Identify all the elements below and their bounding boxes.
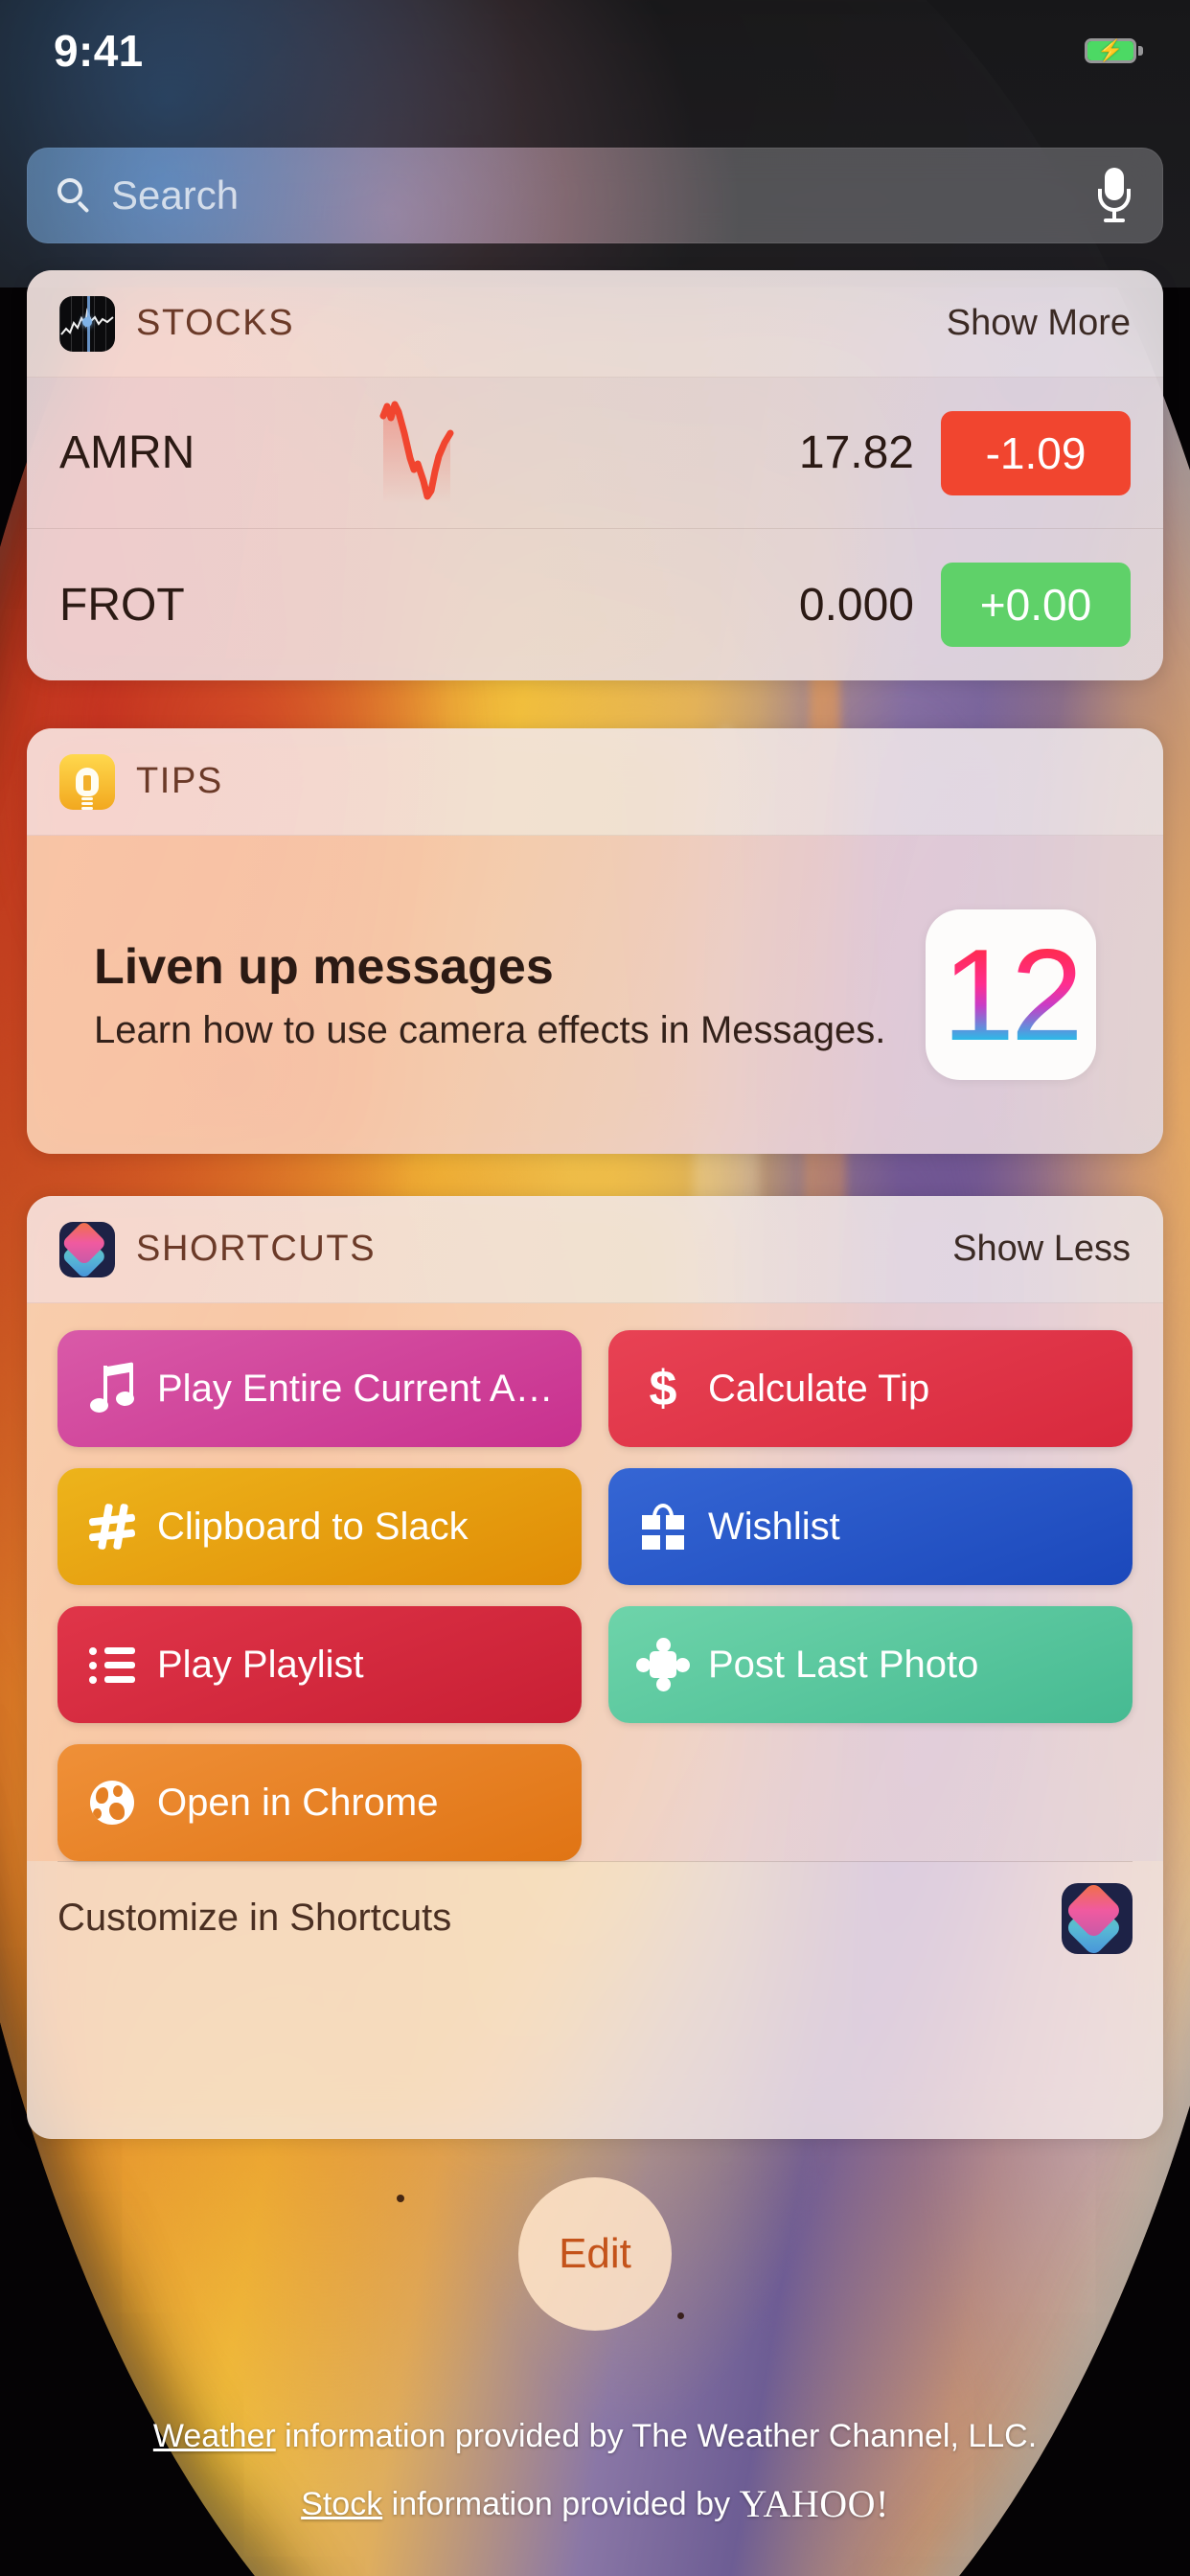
stock-price: 0.000 [798, 579, 914, 631]
shortcut-label: Wishlist [708, 1505, 840, 1548]
stocks-show-more-button[interactable]: Show More [947, 303, 1131, 344]
table-row[interactable]: AMRN 17.82 -1.09 [27, 378, 1163, 529]
stock-change-badge: -1.09 [941, 410, 1131, 495]
shortcut-label: Open in Chrome [157, 1781, 439, 1824]
globe-icon [82, 1781, 142, 1825]
status-clock: 9:41 [54, 26, 144, 76]
puzzle-icon [633, 1638, 693, 1691]
tips-subhead: Learn how to use camera effects in Messa… [94, 1008, 886, 1051]
shortcut-label: Post Last Photo [708, 1643, 979, 1686]
shortcut-button-play-playlist[interactable]: Play Playlist [57, 1606, 582, 1723]
shortcut-button-post-last-photo[interactable]: Post Last Photo [608, 1606, 1133, 1723]
weather-credit-rest: information provided by The Weather Chan… [275, 2418, 1038, 2454]
microphone-icon[interactable] [1098, 168, 1131, 223]
shortcut-label: Calculate Tip [708, 1367, 930, 1410]
stock-symbol: AMRN [59, 427, 195, 478]
list-icon [82, 1645, 142, 1684]
shortcut-button-play-entire-current-album[interactable]: Play Entire Current A… [57, 1330, 582, 1447]
widget-tips[interactable]: TIPS Liven up messages Learn how to use … [27, 728, 1163, 1154]
shortcut-button-calculate-tip[interactable]: $ Calculate Tip [608, 1330, 1133, 1447]
tips-widget-header: TIPS [27, 728, 1163, 836]
search-placeholder: Search [111, 172, 240, 218]
dollar-sign-icon: $ [649, 1361, 677, 1416]
customize-in-shortcuts-label[interactable]: Customize in Shortcuts [57, 1897, 451, 1940]
attribution-credits: Weather information provided by The Weat… [0, 2405, 1190, 2541]
hashtag-icon [82, 1503, 142, 1551]
shortcuts-widget-title: SHORTCUTS [136, 1229, 377, 1269]
music-note-icon [82, 1362, 142, 1413]
stock-sparkline [376, 401, 665, 506]
shortcut-label: Play Playlist [157, 1643, 364, 1686]
status-right-group: ⚡ [1085, 38, 1143, 63]
shortcuts-widget-body: Play Entire Current A… $ Calculate Tip C… [27, 1303, 1163, 1861]
shortcut-label: Play Entire Current A… [157, 1367, 554, 1410]
edit-button[interactable]: Edit [518, 2177, 672, 2331]
stocks-widget-header: STOCKS Show More [27, 270, 1163, 378]
tips-text-group: Liven up messages Learn how to use camer… [94, 938, 901, 1052]
search-field[interactable]: Search [27, 148, 1163, 243]
stock-credit-rest: information provided by [382, 2485, 740, 2522]
widget-shortcuts[interactable]: SHORTCUTS Show Less Play Entire Current … [27, 1196, 1163, 2139]
table-row[interactable]: FROT 0.000 +0.00 [27, 529, 1163, 680]
stocks-widget-body: AMRN 17.82 -1.09 FROT 0.000 +0.00 [27, 378, 1163, 680]
widget-stocks[interactable]: STOCKS Show More AMRN 17.82 -1.09 FROT 0… [27, 270, 1163, 680]
tips-lightbulb-icon [59, 753, 115, 810]
stock-credit-line: Stock information provided by YAHOO! [0, 2468, 1190, 2541]
shortcuts-app-icon[interactable] [1062, 1882, 1133, 1954]
status-bar: 9:41 ⚡ [0, 0, 1190, 88]
tips-widget-title: TIPS [136, 761, 223, 801]
search-icon [56, 176, 94, 215]
shortcuts-widget-header: SHORTCUTS Show Less [27, 1196, 1163, 1303]
yahoo-wordmark: YAHOO! [739, 2481, 889, 2525]
shortcut-button-clipboard-to-slack[interactable]: Clipboard to Slack [57, 1468, 582, 1585]
stock-sparkline-empty [376, 552, 665, 657]
stocks-app-icon [59, 295, 115, 352]
gift-icon [633, 1504, 693, 1550]
shortcut-button-wishlist[interactable]: Wishlist [608, 1468, 1133, 1585]
stock-symbol: FROT [59, 579, 185, 631]
shortcuts-grid: Play Entire Current A… $ Calculate Tip C… [57, 1330, 1133, 1861]
shortcuts-show-less-button[interactable]: Show Less [952, 1229, 1131, 1270]
weather-link[interactable]: Weather [153, 2418, 276, 2454]
ios12-badge-image: 12 [926, 909, 1096, 1080]
battery-charging-icon: ⚡ [1085, 38, 1143, 63]
tips-widget-body[interactable]: Liven up messages Learn how to use camer… [27, 836, 1163, 1154]
stock-link[interactable]: Stock [301, 2486, 382, 2522]
weather-credit-line: Weather information provided by The Weat… [0, 2405, 1190, 2468]
edit-button-label: Edit [559, 2230, 631, 2277]
shortcuts-app-icon [59, 1221, 115, 1277]
shortcut-button-open-in-chrome[interactable]: Open in Chrome [57, 1744, 582, 1861]
shortcut-label: Clipboard to Slack [157, 1505, 469, 1548]
shortcuts-footer[interactable]: Customize in Shortcuts [57, 1861, 1133, 1974]
stocks-widget-title: STOCKS [136, 303, 295, 343]
tips-headline: Liven up messages [94, 938, 554, 995]
stock-change-badge: +0.00 [941, 563, 1131, 647]
ios12-badge-label: 12 [942, 922, 1083, 1068]
